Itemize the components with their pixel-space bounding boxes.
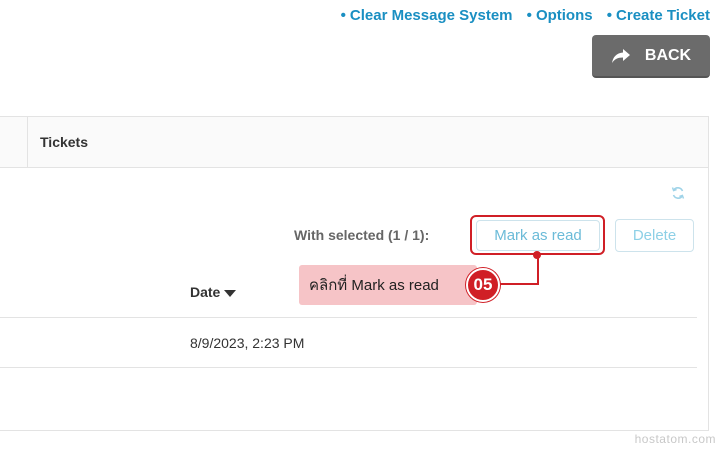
back-button-label: BACK xyxy=(644,46,692,64)
date-column-header[interactable]: Date xyxy=(190,284,237,300)
create-ticket-link[interactable]: • Create Ticket xyxy=(607,7,710,24)
options-link[interactable]: • Options xyxy=(527,7,593,24)
sort-desc-icon xyxy=(224,289,237,297)
panel-tabs: Tickets xyxy=(0,117,708,168)
with-selected-label: With selected (1 / 1): xyxy=(294,227,430,243)
mark-as-read-button[interactable]: Mark as read xyxy=(476,220,600,251)
delete-button[interactable]: Delete xyxy=(615,219,694,252)
tab-divider xyxy=(27,117,28,167)
top-links: • Clear Message System • Options • Create T… xyxy=(331,7,710,24)
callout-step-badge: 05 xyxy=(466,268,500,302)
row-divider xyxy=(0,367,697,368)
row-divider xyxy=(0,317,697,318)
refresh-icon[interactable] xyxy=(671,186,685,200)
callout-anchor-dot xyxy=(533,251,541,259)
callout-connector-horizontal xyxy=(497,283,539,285)
date-column-label: Date xyxy=(190,284,221,300)
share-arrow-icon xyxy=(611,48,630,63)
watermark: hostatom.com xyxy=(634,432,716,446)
table-row-date: 8/9/2023, 2:23 PM xyxy=(190,335,305,351)
back-button[interactable]: BACK xyxy=(592,35,710,78)
tab-tickets[interactable]: Tickets xyxy=(40,134,88,150)
clear-message-system-link[interactable]: • Clear Message System xyxy=(341,7,513,24)
callout-instruction: คลิกที่ Mark as read xyxy=(299,265,477,305)
